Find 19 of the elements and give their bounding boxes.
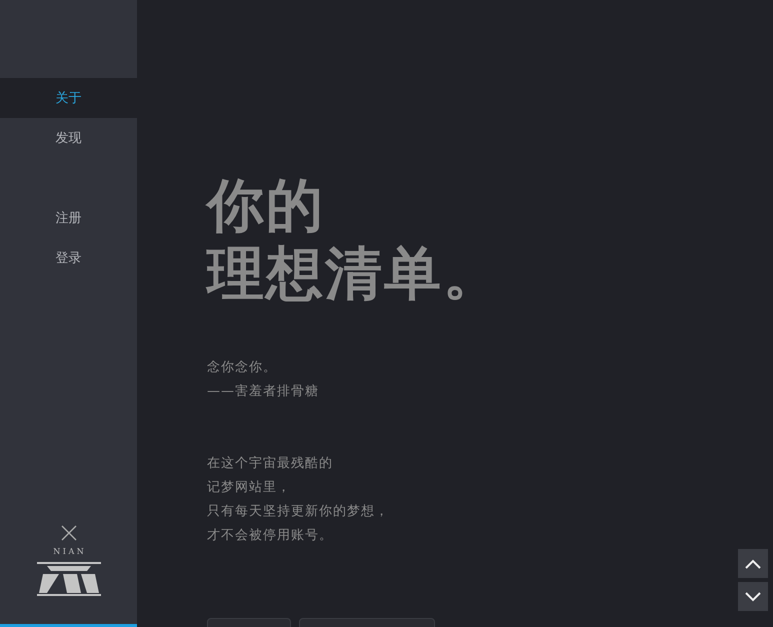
chevron-down-icon [745,592,761,602]
paragraph-line: 才不会被停用账号。 [207,527,334,545]
cross-icon [60,525,76,541]
headline: 理想清单。 [207,240,503,308]
paragraph-line: 只有每天坚持更新你的梦想， [207,503,390,521]
logo-drawing [36,562,100,596]
logo-text: N I A N [53,547,84,556]
quote-line: ——害羞者排骨糖 [207,383,320,401]
nav-item[interactable]: 发现 [0,118,137,158]
quote-line: 念你念你。 [207,359,278,377]
nav-item[interactable]: 关于 [0,78,137,118]
paragraph-line: 在这个宇宙最残酷的 [207,455,334,473]
chevron-up-icon [745,558,761,568]
scroll-down-button[interactable] [738,582,768,611]
headline: 你的 [207,172,326,240]
scroll-up-button[interactable] [738,549,768,578]
nav-item[interactable]: 登录 [0,238,137,278]
nav-item[interactable]: 注册 [0,198,137,238]
paragraph-line: 记梦网站里， [207,479,292,497]
